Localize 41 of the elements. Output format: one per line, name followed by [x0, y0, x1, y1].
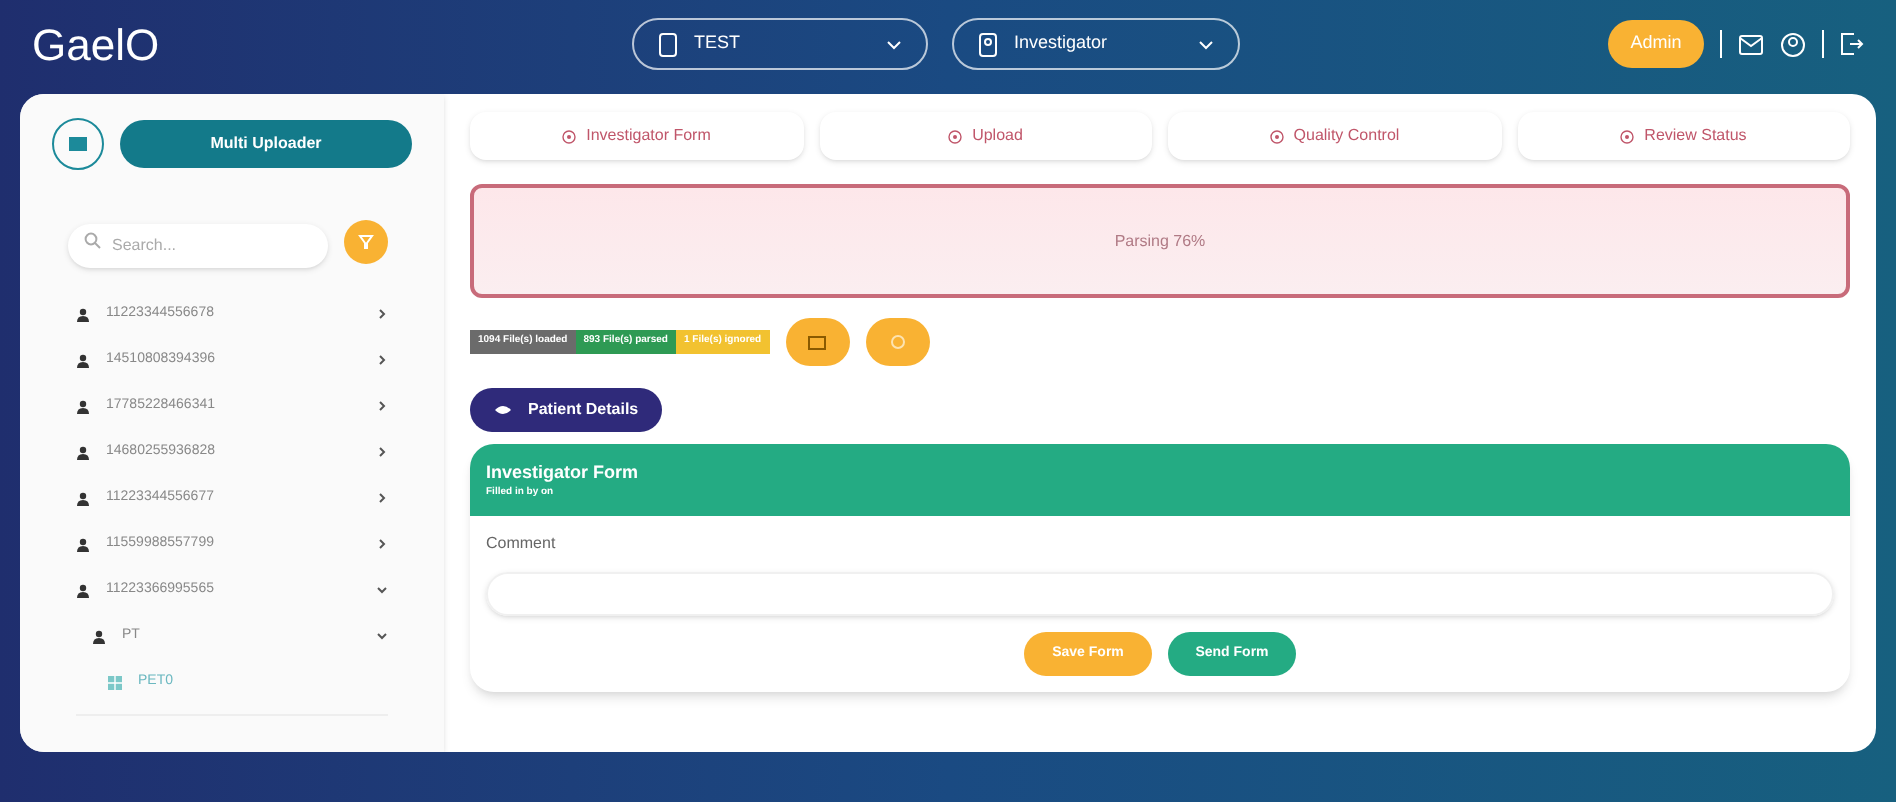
- person-icon: [76, 445, 90, 459]
- person-icon: [76, 307, 90, 321]
- dropzone[interactable]: Parsing 76%: [470, 184, 1850, 298]
- mail-icon[interactable]: [1738, 33, 1764, 55]
- logout-icon[interactable]: [1840, 32, 1864, 56]
- multi-uploader-button[interactable]: Multi Uploader: [120, 120, 412, 168]
- admin-button[interactable]: Admin: [1608, 20, 1704, 68]
- logo: GaelO: [32, 17, 162, 73]
- parsing-status: Parsing 76%: [1114, 229, 1206, 253]
- comment-label: Comment: [486, 532, 558, 556]
- eye-icon: [494, 404, 512, 416]
- chevron-down-icon: [886, 39, 902, 49]
- badge-icon: [978, 31, 998, 57]
- comment-field[interactable]: [486, 572, 1834, 616]
- person-icon: [76, 353, 90, 367]
- circle-icon: [948, 129, 963, 143]
- step-tab[interactable]: Quality Control: [1168, 112, 1501, 160]
- chevron-down-icon: [1198, 39, 1214, 49]
- book-button[interactable]: [52, 118, 104, 170]
- filter-icon: [358, 234, 374, 251]
- person-icon: [76, 399, 90, 413]
- circle-icon: [1269, 129, 1284, 143]
- circle-icon: [562, 129, 577, 143]
- form-title: Investigator Form: [486, 459, 641, 486]
- step-tab[interactable]: Review Status: [1517, 112, 1850, 160]
- folder-button[interactable]: [785, 318, 850, 366]
- patient-details-button[interactable]: Patient Details: [470, 388, 663, 432]
- person-icon: [76, 491, 90, 505]
- study-select[interactable]: TEST: [632, 18, 928, 70]
- step-tab[interactable]: Investigator Form: [470, 112, 803, 160]
- grid-icon: [108, 675, 122, 689]
- person-icon: [92, 629, 106, 643]
- role-select[interactable]: Investigator: [952, 18, 1240, 70]
- search-field[interactable]: Search...: [68, 223, 328, 267]
- step-tab[interactable]: Upload: [819, 112, 1152, 160]
- person-icon: [76, 537, 90, 551]
- phone-icon: [658, 31, 678, 57]
- user-icon[interactable]: [1780, 31, 1806, 57]
- circle-icon: [1620, 129, 1635, 143]
- search-icon: [84, 232, 102, 250]
- person-icon: [76, 583, 90, 597]
